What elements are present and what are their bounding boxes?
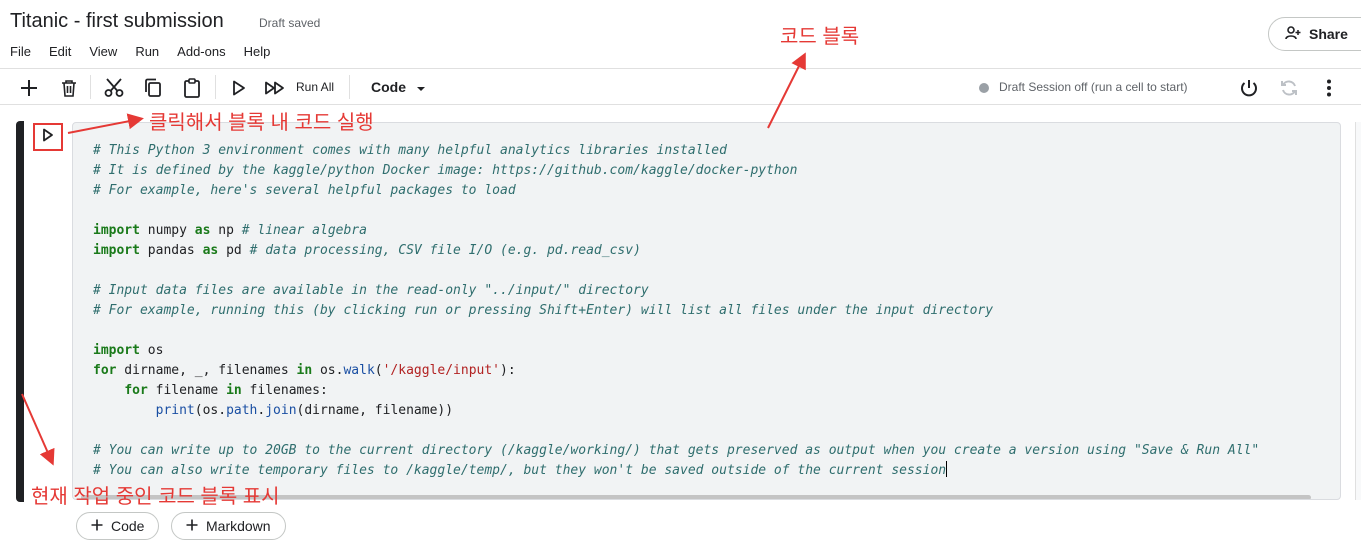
run-cell-button[interactable]: [33, 123, 63, 151]
menu-addons[interactable]: Add-ons: [177, 44, 225, 59]
add-code-label: Code: [111, 518, 145, 534]
menu-bar: File Edit View Run Add-ons Help: [10, 44, 288, 59]
code-line: import os: [93, 343, 164, 358]
code-line: for dirname, _, filenames in os.walk('/k…: [93, 363, 516, 378]
code-content[interactable]: # This Python 3 environment comes with m…: [93, 141, 1259, 481]
code-line: import pandas as pd # data processing, C…: [93, 243, 641, 258]
code-line-last: # You can also write temporary files to …: [93, 463, 947, 478]
chevron-down-icon: [416, 79, 426, 95]
paste-icon[interactable]: [181, 77, 203, 99]
add-icon[interactable]: [18, 77, 40, 99]
text-caret: [946, 461, 948, 477]
toolbar-separator: [349, 75, 350, 99]
code-line: # You can write up to 20GB to the curren…: [93, 443, 1260, 458]
arrow-to-active-bar: [21, 393, 55, 466]
code-line: # Input data files are available in the …: [93, 283, 649, 298]
share-label: Share: [1309, 26, 1348, 42]
annotation-run-hint: 클릭해서 블록 내 코드 실행: [149, 112, 374, 134]
code-line: import numpy as np # linear algebra: [93, 223, 367, 238]
code-editor[interactable]: # This Python 3 environment comes with m…: [72, 122, 1341, 500]
menu-help[interactable]: Help: [244, 44, 271, 59]
code-line: print(os.path.join(dirname, filename)): [155, 403, 454, 418]
add-markdown-label: Markdown: [206, 518, 271, 534]
person-add-icon: [1285, 25, 1301, 43]
share-button[interactable]: Share: [1268, 17, 1361, 51]
add-icon: [91, 518, 103, 534]
refresh-icon[interactable]: [1278, 77, 1300, 99]
code-line: for filename in filenames:: [124, 383, 328, 398]
toolbar-divider: [0, 104, 1361, 105]
annotation-code-block: 코드 블록: [780, 26, 860, 48]
menu-edit[interactable]: Edit: [49, 44, 71, 59]
fast-forward-icon[interactable]: [264, 77, 286, 99]
draft-status: Draft saved: [259, 16, 321, 30]
code-line: # For example, running this (by clicking…: [93, 303, 994, 318]
play-icon[interactable]: [228, 77, 250, 99]
menu-run[interactable]: Run: [135, 44, 159, 59]
add-code-button[interactable]: Code: [76, 512, 160, 540]
code-line: # This Python 3 environment comes with m…: [93, 143, 727, 158]
menu-view[interactable]: View: [89, 44, 117, 59]
annotation-active-indicator: 현재 작업 중인 코드 블록 표시: [31, 486, 280, 508]
session-status-dot: [979, 83, 989, 93]
right-panel-edge: [1355, 122, 1361, 500]
code-line: # For example, here's several helpful pa…: [93, 183, 516, 198]
power-icon[interactable]: [1238, 77, 1260, 99]
toolbar-separator: [215, 75, 216, 99]
session-status: Draft Session off (run a cell to start): [999, 80, 1188, 94]
toolbar-separator: [90, 75, 91, 99]
add-markdown-button[interactable]: Markdown: [171, 512, 286, 540]
toolbar: Run All Code Draft Session off (run a ce…: [0, 69, 1361, 105]
copy-icon[interactable]: [142, 77, 164, 99]
active-cell-indicator: [16, 121, 24, 502]
cell-type-select[interactable]: Code: [371, 79, 426, 95]
trash-icon[interactable]: [58, 77, 80, 99]
cut-icon[interactable]: [103, 77, 125, 99]
notebook-title[interactable]: Titanic - first submission: [10, 10, 224, 33]
cell-type-label: Code: [371, 79, 406, 95]
code-line: # It is defined by the kaggle/python Doc…: [93, 163, 798, 178]
play-icon: [42, 128, 54, 147]
run-all-button[interactable]: Run All: [296, 80, 334, 94]
more-vert-icon[interactable]: [1318, 77, 1340, 99]
menu-file[interactable]: File: [10, 44, 31, 59]
add-icon: [186, 518, 198, 534]
